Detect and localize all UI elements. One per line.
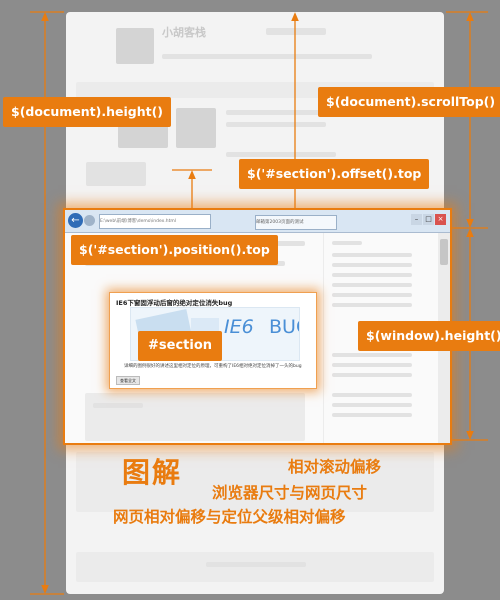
subtitle-line-3: 网页相对偏移与定位父级相对偏移	[113, 508, 346, 526]
blur-block	[332, 393, 412, 397]
forward-arrow-icon[interactable]	[84, 215, 95, 226]
read-more-button[interactable]: 查看全文	[116, 376, 140, 385]
blur-block	[332, 413, 412, 417]
blur-block	[332, 363, 412, 367]
blur-block	[332, 303, 412, 307]
diagram-title: 图解	[122, 456, 183, 489]
subtitle-line-1: 相对滚动偏移	[288, 458, 382, 476]
browser-toolbar: ← E:\web\前端\博客\demo\index.html 邮箱第2003页面…	[65, 210, 450, 233]
scrollbar-thumb[interactable]	[440, 239, 448, 265]
back-arrow-icon[interactable]: ←	[68, 213, 83, 228]
blur-block	[332, 253, 412, 257]
label-document-scrolltop: $(document).scrollTop()	[318, 87, 500, 117]
blur-block	[332, 293, 412, 297]
maximize-icon[interactable]: □	[423, 214, 434, 225]
blur-block	[332, 353, 412, 357]
label-section: #section	[138, 331, 223, 361]
section-title: IE6下窗固浮动后窗的绝对定位消失bug	[116, 299, 233, 307]
close-icon[interactable]: ×	[435, 214, 446, 225]
blur-block	[93, 403, 143, 408]
bug-text: BUG	[269, 316, 299, 338]
diagram-stage: 小胡客栈 ← E:\web\前端\博客\demo\index.html 邮箱第2…	[0, 0, 500, 600]
blur-block	[85, 393, 305, 441]
blur-block	[332, 241, 362, 245]
blur-block	[332, 403, 412, 407]
browser-tab[interactable]: 邮箱第2003页面的测试	[255, 215, 337, 230]
label-document-height: $(document).height()	[3, 97, 172, 127]
blur-block	[332, 373, 412, 377]
subtitle-line-2: 浏览器尺寸与网页尺寸	[212, 484, 368, 502]
minimize-icon[interactable]: –	[411, 214, 422, 225]
ie6-text: IE6	[224, 316, 254, 338]
blur-block	[332, 263, 412, 267]
blur-block	[332, 273, 412, 277]
label-window-height: $(window).height()	[358, 321, 500, 351]
label-section-position-top: $('#section').position().top	[71, 235, 278, 265]
blur-block	[332, 283, 412, 287]
label-section-offset-top: $('#section').offset().top	[239, 159, 430, 189]
section-description: 详细的图例很好的讲述这里相对定位的原理，可重构了IE6相对绝对定位消掉了一头的b…	[124, 364, 302, 369]
address-bar[interactable]: E:\web\前端\博客\demo\index.html	[99, 214, 211, 229]
